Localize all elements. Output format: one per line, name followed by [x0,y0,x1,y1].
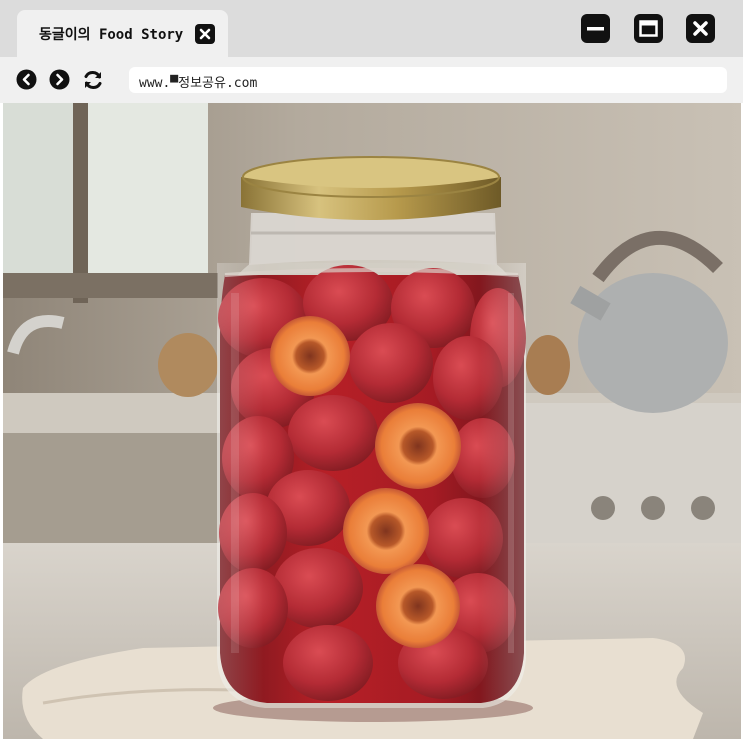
browser-window: 동글이의 Food Story www.▀정보공유.com [0,0,743,743]
chevron-right-icon [49,69,70,90]
content-image [3,103,741,739]
address-bar[interactable]: www.▀정보공유.com [129,67,727,93]
back-button[interactable] [16,69,37,90]
maximize-icon[interactable] [634,14,663,43]
window-close-icon[interactable] [686,14,715,43]
forward-button[interactable] [49,69,70,90]
address-url: www.▀정보공유.com [139,76,258,91]
tab-title: 동글이의 Food Story [39,27,184,43]
tab-close-icon[interactable] [195,24,215,44]
refresh-icon [84,71,102,89]
plum-jar-photo [3,103,741,739]
reload-button[interactable] [82,69,103,90]
tab-active[interactable]: 동글이의 Food Story [17,10,228,57]
navigation-bar: www.▀정보공유.com [0,57,743,103]
title-bar: 동글이의 Food Story [0,0,743,57]
chevron-left-icon [16,69,37,90]
minimize-icon[interactable] [581,14,610,43]
